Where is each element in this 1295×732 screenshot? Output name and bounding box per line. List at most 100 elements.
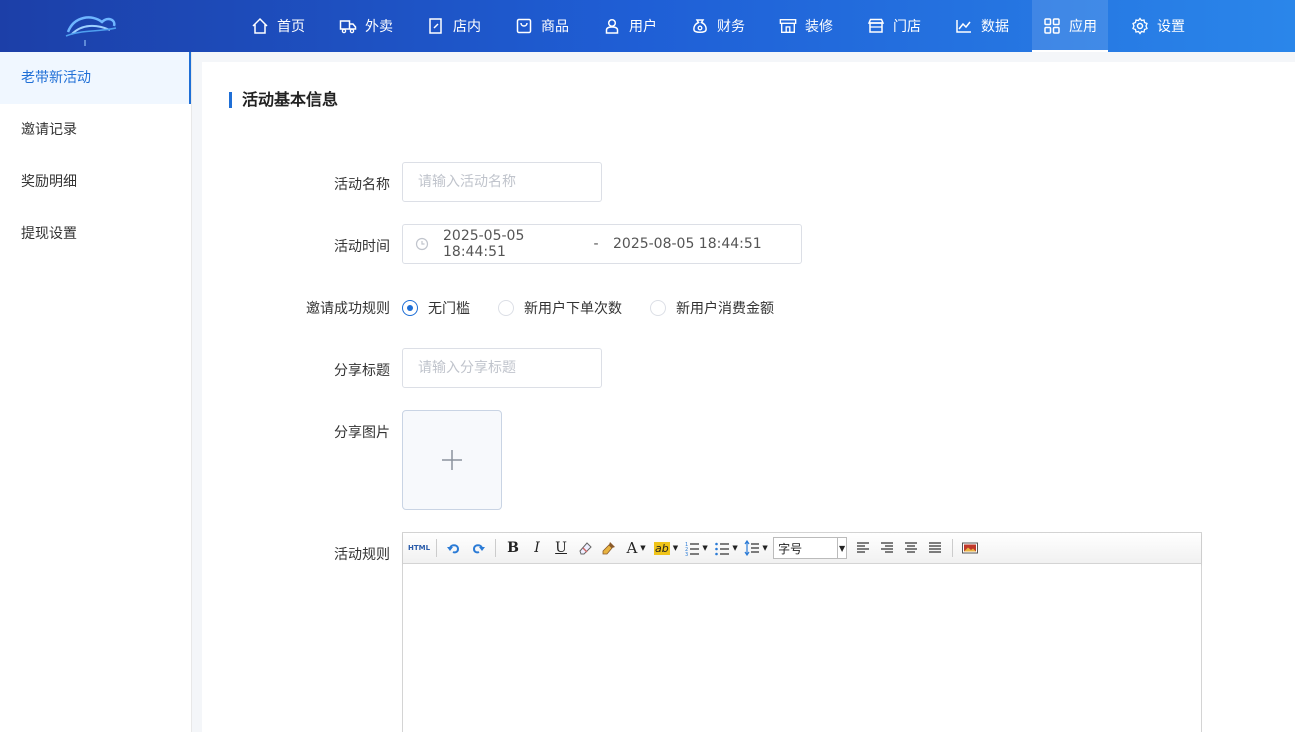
toolbar-divider — [436, 539, 438, 557]
store-edit-icon — [427, 17, 445, 35]
activity-time-range-picker[interactable]: 2025-05-05 18:44:51 - 2025-08-05 18:44:5… — [402, 224, 802, 264]
share-title-input[interactable]: 请输入分享标题 — [402, 348, 602, 388]
align-right-icon — [879, 540, 895, 556]
nav-stores-label: 门店 — [893, 19, 921, 35]
nav-goods[interactable]: 商品 — [504, 0, 580, 52]
nav-in-store[interactable]: 店内 — [416, 0, 492, 52]
radio-circle — [650, 300, 666, 316]
nav-goods-label: 商品 — [541, 19, 569, 35]
redo-button[interactable] — [467, 537, 489, 559]
html-source-label: HTML — [408, 544, 431, 552]
nav-decoration[interactable]: 装修 — [768, 0, 844, 52]
home-icon — [251, 17, 269, 35]
chart-line-icon — [955, 17, 973, 35]
nav-settings-label: 设置 — [1157, 19, 1185, 35]
chevron-down-icon: ▼ — [702, 544, 708, 552]
bold-icon: B — [507, 540, 519, 556]
image-icon — [961, 540, 979, 556]
radio-order-count[interactable]: 新用户下单次数 — [498, 298, 622, 318]
sidebar-item-withdraw-settings[interactable]: 提现设置 — [0, 208, 191, 260]
shop-front-icon — [779, 17, 797, 35]
radio-no-threshold[interactable]: 无门槛 — [402, 298, 470, 318]
sidebar-item-label: 奖励明细 — [21, 174, 77, 190]
invite-rule-radio-group: 无门槛 新用户下单次数 新用户消费金额 — [402, 298, 802, 318]
chevron-down-icon: ▼ — [837, 538, 846, 558]
align-left-icon — [855, 540, 871, 556]
italic-button[interactable]: I — [526, 537, 548, 559]
align-center-button[interactable] — [900, 537, 922, 559]
ordered-list-button[interactable]: 1 2 3 ▼ — [682, 537, 710, 559]
nav-delivery[interactable]: 外卖 — [328, 0, 404, 52]
end-time-value[interactable]: 2025-08-05 18:44:51 — [613, 236, 762, 252]
plus-icon — [441, 449, 463, 471]
insert-image-button[interactable] — [959, 537, 981, 559]
main-content: 活动基本信息 活动名称 请输入活动名称 活动时间 2025-05-05 18:4… — [202, 62, 1295, 732]
money-bag-icon — [691, 17, 709, 35]
editor-content-area[interactable] — [403, 564, 1201, 732]
sidebar-item-label: 邀请记录 — [21, 122, 77, 138]
radio-spend-amount[interactable]: 新用户消费金额 — [650, 298, 774, 318]
nav-finance[interactable]: 财务 — [680, 0, 756, 52]
nav-data-label: 数据 — [981, 19, 1009, 35]
activity-name-label: 活动名称 — [334, 177, 390, 193]
nav-in-store-label: 店内 — [453, 19, 481, 35]
font-size-select[interactable]: 字号 ▼ — [773, 537, 848, 559]
nav-home[interactable]: 首页 — [240, 0, 316, 52]
range-separator: - — [593, 236, 599, 252]
radio-label: 新用户下单次数 — [524, 301, 622, 317]
main-nav: 首页 外卖 店内 商品 用户 财务 装修 门店 数据 应用 设置 — [240, 0, 1208, 52]
brush-icon — [601, 540, 617, 556]
nav-settings[interactable]: 设置 — [1120, 0, 1196, 52]
share-image-label: 分享图片 — [334, 425, 390, 441]
nav-home-label: 首页 — [277, 19, 305, 35]
nav-apps[interactable]: 应用 — [1032, 0, 1108, 52]
nav-decoration-label: 装修 — [805, 19, 833, 35]
start-time-value[interactable]: 2025-05-05 18:44:51 — [443, 228, 579, 260]
toolbar-divider — [495, 539, 497, 557]
logo — [62, 6, 120, 46]
nav-stores[interactable]: 门店 — [856, 0, 932, 52]
nav-users-label: 用户 — [629, 19, 657, 35]
delivery-icon — [339, 17, 357, 35]
activity-rule-label: 活动规则 — [334, 547, 390, 563]
bold-button[interactable]: B — [502, 537, 524, 559]
radio-label: 新用户消费金额 — [676, 301, 774, 317]
activity-time-label: 活动时间 — [334, 239, 390, 255]
italic-icon: I — [534, 540, 540, 556]
redo-icon — [470, 540, 486, 556]
user-icon — [603, 17, 621, 35]
chevron-down-icon: ▼ — [732, 544, 738, 552]
invite-rule-label: 邀请成功规则 — [306, 301, 390, 317]
sidebar-item-reward-details[interactable]: 奖励明细 — [0, 156, 191, 208]
sidebar-item-invite-records[interactable]: 邀请记录 — [0, 104, 191, 156]
nav-users[interactable]: 用户 — [592, 0, 668, 52]
radio-label: 无门槛 — [428, 301, 470, 317]
svg-text:3: 3 — [685, 552, 688, 556]
nav-finance-label: 财务 — [717, 19, 745, 35]
gear-icon — [1131, 17, 1149, 35]
sidebar: 老带新活动 邀请记录 奖励明细 提现设置 — [0, 52, 192, 732]
line-height-button[interactable]: ▼ — [742, 537, 770, 559]
align-justify-button[interactable] — [924, 537, 946, 559]
unordered-list-icon — [714, 540, 730, 556]
top-navigation-bar: 首页 外卖 店内 商品 用户 财务 装修 门店 数据 应用 设置 — [0, 0, 1295, 52]
nav-data[interactable]: 数据 — [944, 0, 1020, 52]
eraser-button[interactable] — [574, 537, 596, 559]
bag-icon — [515, 17, 533, 35]
radio-circle — [402, 300, 418, 316]
undo-button[interactable] — [443, 537, 465, 559]
sidebar-item-referral-activity[interactable]: 老带新活动 — [0, 52, 191, 104]
eraser-icon — [577, 540, 593, 556]
font-color-button[interactable]: A ▼ — [622, 537, 650, 559]
share-image-upload[interactable] — [402, 410, 502, 510]
align-right-button[interactable] — [876, 537, 898, 559]
highlight-color-button[interactable]: ab ▼ — [652, 537, 680, 559]
chevron-down-icon: ▼ — [640, 544, 646, 552]
format-brush-button[interactable] — [598, 537, 620, 559]
ordered-list-icon: 123 — [684, 540, 700, 556]
align-left-button[interactable] — [852, 537, 874, 559]
underline-button[interactable]: U — [550, 537, 572, 559]
html-source-button[interactable]: HTML — [408, 537, 430, 559]
unordered-list-button[interactable]: ▼ — [712, 537, 740, 559]
activity-name-input[interactable]: 请输入活动名称 — [402, 162, 602, 202]
